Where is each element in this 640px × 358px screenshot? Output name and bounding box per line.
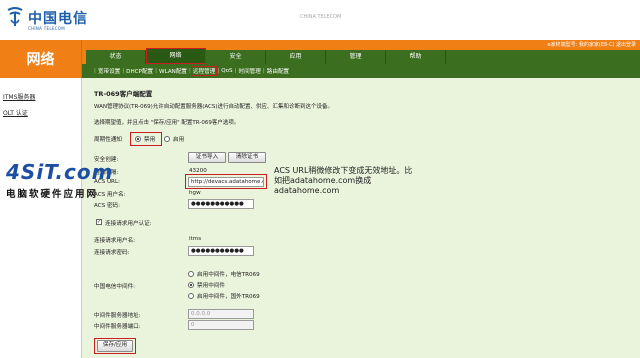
telecom-logo-icon bbox=[7, 7, 23, 26]
middleware-option-foreign-label: 启用中间件，国外TR069 bbox=[197, 294, 260, 300]
sidebar-item-itms[interactable]: ITMS服务器 bbox=[3, 92, 35, 101]
watermark-subtitle: 电脑软硬件应用网 bbox=[6, 189, 99, 200]
sub-nav: | 宽带设置 | DHCP配置 | WLAN配置 | 远程管理 | QoS | … bbox=[82, 64, 640, 78]
cert-import-button[interactable]: 证书导入 bbox=[188, 152, 226, 163]
header: 中国电信 CHINA TELECOM CHINA TELECOM bbox=[0, 0, 640, 40]
header-brand: CHINA TELECOM bbox=[300, 14, 342, 20]
page-title: TR-069客户端配置 bbox=[94, 90, 153, 98]
conn-username-value: itms bbox=[189, 236, 202, 242]
middleware-option-telecom-radio[interactable] bbox=[188, 271, 194, 277]
tab-application[interactable]: 应用 bbox=[266, 50, 326, 64]
periodic-enable-radio[interactable] bbox=[164, 136, 170, 142]
sidebar-item-olt[interactable]: OLT 认证 bbox=[3, 108, 28, 117]
tab-network[interactable]: 网络 bbox=[146, 48, 206, 64]
middleware-port-input[interactable]: 0 bbox=[188, 320, 254, 330]
content-panel: TR-069客户端配置 WAN管理协议(TR-069)允许自动配置服务器(ACS… bbox=[82, 78, 640, 358]
acs-password-input[interactable]: ●●●●●●●●●●● bbox=[188, 199, 254, 209]
periodic-enable-label: 启用 bbox=[173, 137, 185, 143]
page-description: WAN管理协议(TR-069)允许自动配置服务器(ACS)进行自动配置、供应、汇… bbox=[94, 104, 334, 110]
highlight-box bbox=[185, 174, 267, 189]
tab-management[interactable]: 管理 bbox=[326, 50, 386, 64]
middleware-option-foreign-radio[interactable] bbox=[188, 293, 194, 299]
tab-status[interactable]: 状态 bbox=[86, 50, 146, 64]
main-nav: 状态 网络 安全 应用 管理 帮助 bbox=[86, 48, 446, 64]
subtab-broadband[interactable]: 宽带设置 bbox=[96, 67, 122, 75]
acs-password-label: ACS 密码: bbox=[94, 203, 121, 209]
middleware-addr-label: 中间件服务器地址: bbox=[94, 313, 141, 319]
middleware-option-disable-radio[interactable] bbox=[188, 282, 194, 288]
site-watermark: 4SiT.com 电脑软硬件应用网 bbox=[0, 160, 150, 200]
acs-username-value: hgw bbox=[189, 190, 201, 196]
periodic-disable-label: 禁用 bbox=[144, 137, 156, 143]
conn-password-input[interactable]: ●●●●●●●●●●● bbox=[188, 246, 254, 256]
cert-clear-button[interactable]: 清除证书 bbox=[228, 152, 266, 163]
subtab-qos[interactable]: QoS bbox=[219, 68, 234, 74]
periodic-inform-label: 周期性通知 bbox=[94, 137, 122, 143]
tab-security[interactable]: 安全 bbox=[206, 50, 266, 64]
watermark-logo: 4SiT.com bbox=[6, 160, 114, 184]
save-apply-button[interactable]: 保存/应用 bbox=[97, 340, 133, 352]
conn-username-label: 连接请求用户名: bbox=[94, 238, 136, 244]
middleware-port-label: 中间件服务器端口: bbox=[94, 324, 141, 330]
sidebar: ITMS服务器 OLT 认证 bbox=[0, 78, 82, 358]
conn-auth-checkbox[interactable]: ✓ bbox=[96, 219, 102, 225]
china-telecom-logo: 中国电信 CHINA TELECOM bbox=[6, 4, 96, 34]
tab-help[interactable]: 帮助 bbox=[386, 50, 446, 64]
subtab-routing[interactable]: 路由配置 bbox=[265, 67, 291, 75]
middleware-addr-input[interactable]: 0.0.0.0 bbox=[188, 309, 254, 319]
middleware-option-telecom-label: 启用中间件，电信TR069 bbox=[197, 272, 260, 278]
middleware-label: 中国电信中间件: bbox=[94, 284, 136, 290]
conn-auth-label: 连接请求用户认证: bbox=[105, 221, 152, 227]
subtab-time[interactable]: 时间管理 bbox=[236, 67, 262, 75]
section-title: 网络 bbox=[0, 40, 82, 78]
conn-password-label: 连接请求密码: bbox=[94, 250, 130, 256]
user-info: e家终端型号: 我的家家(E8-C) 退出登录 bbox=[547, 42, 636, 48]
subtab-dhcp[interactable]: DHCP配置 bbox=[124, 67, 155, 75]
logo-text: 中国电信 bbox=[28, 11, 88, 27]
annotation-note: ACS URL稍微修改下变成无效地址。比如把adatahome.com换成ada… bbox=[274, 166, 413, 195]
subtab-remote-management[interactable]: 远程管理 bbox=[190, 66, 218, 76]
periodic-disable-radio[interactable] bbox=[135, 136, 141, 142]
middleware-option-disable-label: 禁用中间件 bbox=[197, 283, 225, 289]
subtab-wlan[interactable]: WLAN配置 bbox=[157, 67, 189, 75]
page-hint: 选择期望值，并且点击 "保存/应用" 配置TR-069客户选项。 bbox=[94, 120, 240, 126]
logo-subtext: CHINA TELECOM bbox=[28, 26, 65, 31]
